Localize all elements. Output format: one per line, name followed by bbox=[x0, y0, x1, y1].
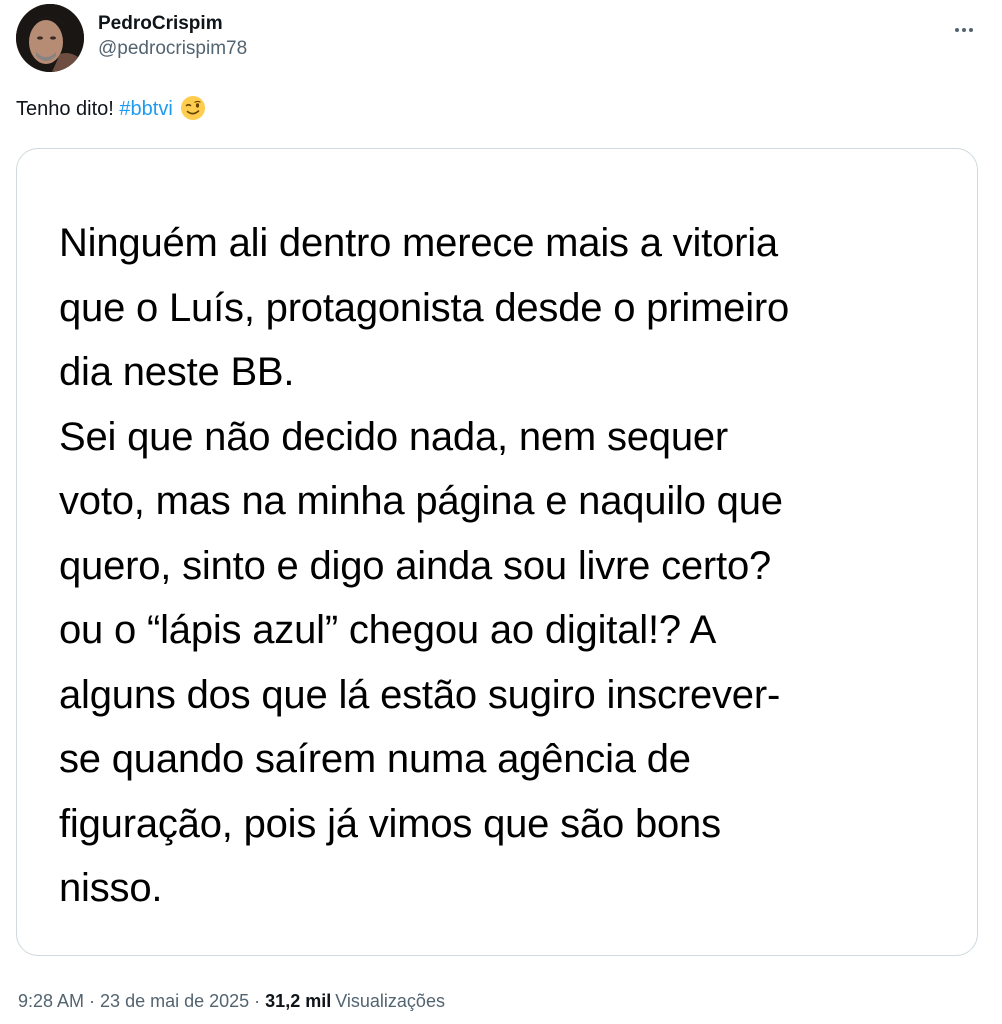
image-text-line: Ninguém ali dentro merece mais a vitoria bbox=[59, 221, 778, 265]
image-text-block: Ninguém ali dentro merece mais a vitoria… bbox=[59, 211, 949, 921]
tweet-text: Tenho dito! #bbtvi bbox=[16, 94, 206, 124]
hashtag-link[interactable]: #bbtvi bbox=[119, 98, 172, 120]
tweet-date[interactable]: 23 de mai de 2025 bbox=[100, 991, 249, 1011]
tweet-header: PedroCrispim @pedrocrispim78 bbox=[16, 4, 986, 74]
image-text-line: alguns dos que lá estão sugiro inscrever… bbox=[59, 672, 781, 717]
image-text-line: voto, mas na minha página e naquilo que bbox=[59, 479, 783, 523]
meta-separator: · bbox=[254, 991, 261, 1011]
image-text-line: que o Luís, protagonista desde o primeir… bbox=[59, 285, 790, 330]
image-text-line: Sei que não decido nada, nem sequer bbox=[59, 414, 729, 459]
more-horizontal-icon bbox=[954, 28, 975, 32]
tweet-time[interactable]: 9:28 AM bbox=[18, 991, 84, 1011]
tweet-image-card[interactable]: Ninguém ali dentro merece mais a vitoria… bbox=[16, 148, 978, 956]
tweet-text-body: Tenho dito! bbox=[16, 98, 120, 120]
winking-face-icon bbox=[180, 95, 206, 121]
user-info[interactable]: PedroCrispim @pedrocrispim78 bbox=[98, 12, 247, 62]
image-text-line: dia neste BB. bbox=[59, 350, 295, 394]
meta-separator: · bbox=[89, 991, 96, 1011]
image-text-line: figuração, pois já vimos que são bons bbox=[59, 801, 721, 846]
user-handle[interactable]: @pedrocrispim78 bbox=[98, 36, 247, 62]
more-options-button[interactable] bbox=[948, 14, 980, 46]
views-count[interactable]: 31,2 mil bbox=[265, 991, 331, 1011]
image-text-line: se quando saírem numa agência de bbox=[59, 737, 691, 781]
image-text-line: nisso. bbox=[59, 866, 163, 910]
avatar-image bbox=[16, 4, 84, 72]
image-text-line: ou o “lápis azul” chegou ao digital!? A bbox=[59, 608, 717, 652]
views-label[interactable]: Visualizações bbox=[335, 991, 445, 1011]
display-name[interactable]: PedroCrispim bbox=[98, 12, 247, 36]
avatar[interactable] bbox=[16, 4, 84, 72]
tweet-meta: 9:28 AM · 23 de mai de 2025 · 31,2 mil Visual… bbox=[18, 988, 445, 1014]
image-text-line: quero, sinto e digo ainda sou livre cert… bbox=[59, 543, 772, 588]
